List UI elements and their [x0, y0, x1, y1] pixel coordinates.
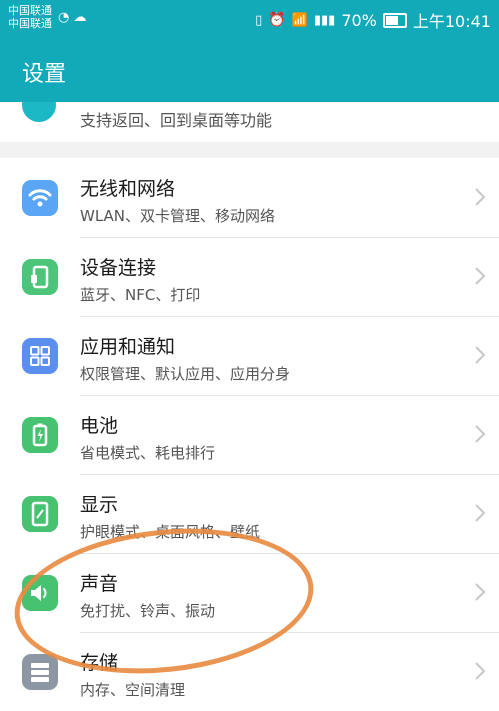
carrier-2: 中国联通 [8, 17, 52, 30]
apps-title: 应用和通知 [80, 336, 176, 358]
carrier-1: 中国联通 [8, 4, 52, 17]
wifi-status-icon: 📶 [291, 12, 308, 28]
battery-percent: 70% [341, 10, 377, 30]
chevron-right-icon [475, 346, 486, 364]
chevron-right-icon [475, 583, 486, 601]
settings-item-device-connection[interactable]: 设备连接 蓝牙、NFC、打印 [0, 237, 499, 316]
apps-icon [22, 338, 58, 374]
settings-item-apps-notifications[interactable]: 应用和通知 权限管理、默认应用、应用分身 [0, 316, 499, 395]
chevron-right-icon [475, 662, 486, 680]
chevron-right-icon [475, 504, 486, 522]
navigation-subtitle: 支持返回、回到桌面等功能 [80, 111, 273, 130]
battery-subtitle: 省电模式、耗电排行 [80, 444, 216, 462]
device-connect-icon [22, 259, 58, 295]
display-title: 显示 [80, 494, 119, 516]
storage-icon [22, 654, 58, 690]
settings-item-navigation[interactable]: 支持返回、回到桌面等功能 [0, 102, 499, 142]
battery-icon [22, 417, 58, 453]
wireless-title: 无线和网络 [80, 178, 176, 200]
device-connection-subtitle: 蓝牙、NFC、打印 [80, 286, 201, 304]
settings-item-battery[interactable]: 电池 省电模式、耗电排行 [0, 395, 499, 474]
settings-item-sound[interactable]: 声音 免打扰、铃声、振动 [0, 553, 499, 632]
app-notification-icon: ◔ [58, 10, 70, 25]
settings-item-display[interactable]: 显示 护眼模式、桌面风格、壁纸 [0, 474, 499, 553]
chevron-right-icon [475, 188, 486, 206]
settings-list: 支持返回、回到桌面等功能 无线和网络 WLAN、双卡管理、移动网络 设备连接 蓝… [0, 102, 499, 711]
device-connection-title: 设备连接 [80, 257, 157, 279]
sound-subtitle: 免打扰、铃声、振动 [80, 602, 216, 620]
apps-subtitle: 权限管理、默认应用、应用分身 [80, 365, 291, 383]
settings-item-wireless-network[interactable]: 无线和网络 WLAN、双卡管理、移动网络 [0, 158, 499, 237]
section-divider [0, 142, 499, 158]
battery-status-icon [382, 12, 407, 28]
signal-icon: ▮▮▮ [313, 12, 336, 28]
alarm-icon: ⏰ [268, 12, 286, 28]
display-icon [22, 496, 58, 532]
sound-title: 声音 [80, 573, 119, 595]
battery-title: 电池 [80, 415, 119, 437]
page-title: 设置 [22, 62, 67, 87]
display-subtitle: 护眼模式、桌面风格、壁纸 [80, 523, 261, 541]
app-bar: 设置 [0, 38, 499, 102]
sound-icon [22, 575, 58, 611]
notification-icons: ◔ ☁ [58, 10, 86, 25]
wifi-icon [22, 180, 58, 216]
chevron-right-icon [475, 267, 486, 285]
time: 上午10:41 [412, 12, 491, 31]
storage-title: 存储 [80, 652, 119, 674]
vibrate-icon: ▯ [255, 12, 263, 28]
status-right: ▯ ⏰ 📶 ▮▮▮ 70% 上午10:41 [255, 8, 491, 32]
storage-subtitle: 内存、空间清理 [80, 681, 186, 699]
wireless-subtitle: WLAN、双卡管理、移动网络 [80, 207, 276, 225]
navigation-icon [22, 102, 56, 122]
status-bar: 中国联通 中国联通 ◔ ☁ ▯ ⏰ 📶 ▮▮▮ 70% 上午10:41 [0, 0, 499, 38]
chevron-right-icon [475, 425, 486, 443]
carrier-info: 中国联通 中国联通 [8, 4, 52, 30]
settings-item-storage[interactable]: 存储 内存、空间清理 [0, 632, 499, 711]
chat-notification-icon: ☁ [73, 10, 87, 25]
